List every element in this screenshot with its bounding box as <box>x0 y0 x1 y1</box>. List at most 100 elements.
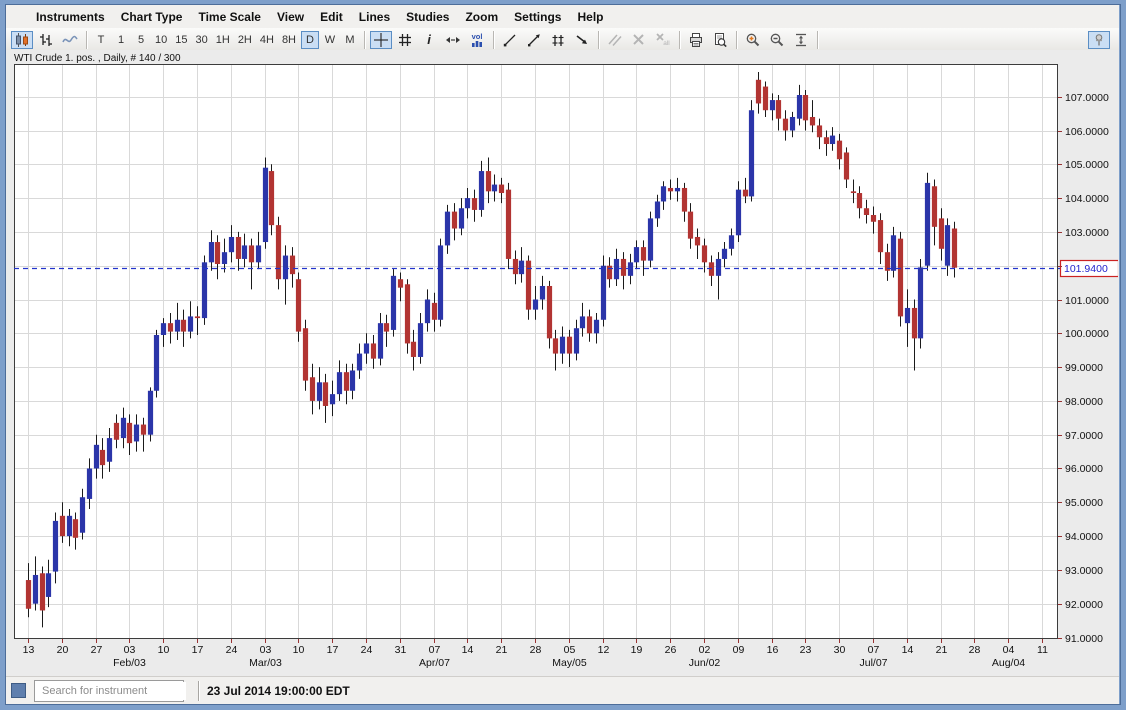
x-axis-month-label: Aug/04 <box>992 657 1025 669</box>
timescale-label: T <box>97 33 105 46</box>
y-axis-label: 92.0000 <box>1065 599 1103 611</box>
menu-item-lines[interactable]: Lines <box>351 8 398 26</box>
timescale-5-button[interactable]: 5 <box>132 31 150 49</box>
candle <box>924 172 931 271</box>
timescale-30-button[interactable]: 30 <box>193 31 211 49</box>
x-axis-label: 11 <box>1037 644 1048 656</box>
menu-item-view[interactable]: View <box>269 8 312 26</box>
candlestick-chart-button[interactable] <box>11 30 33 49</box>
x-axis-label: 24 <box>226 644 238 656</box>
crosshair-button[interactable] <box>370 30 392 49</box>
x-axis-label: 10 <box>158 644 170 656</box>
timescale-label: 1H <box>215 33 230 46</box>
candle <box>295 272 302 342</box>
toolbar: T 1 5 10 15 30 1H 2H 4H 8H D W Mi vol all <box>6 28 1119 52</box>
ray-button[interactable] <box>523 31 545 49</box>
y-axis-label: 99.0000 <box>1065 362 1103 374</box>
x-axis-label: 14 <box>902 644 914 656</box>
toolbar-separator <box>364 30 365 49</box>
timescale-t-button[interactable]: T <box>92 31 110 49</box>
pin-icon <box>1095 34 1103 46</box>
timescale-w-button[interactable]: W <box>321 31 339 49</box>
line-chart-icon <box>62 35 78 42</box>
candle <box>437 238 444 327</box>
candle <box>600 255 607 327</box>
chart-panel: WTI Crude 1. pos. , Daily, # 140 / 300 1… <box>6 50 1119 676</box>
timescale-m-button[interactable]: M <box>341 31 359 49</box>
ray-icon <box>528 33 540 46</box>
last-price-label: 101.9400 <box>1064 263 1108 275</box>
arrow-button[interactable] <box>571 31 593 49</box>
timescale-1-button[interactable]: 1 <box>112 31 130 49</box>
timescale-label: D <box>306 33 314 46</box>
x-axis-label: 13 <box>23 644 35 656</box>
zoom-in-button[interactable] <box>742 31 764 49</box>
candle <box>390 269 397 337</box>
y-axis-label: 104.0000 <box>1065 193 1109 205</box>
toolbar-separator <box>598 30 599 49</box>
timescale-1h-button[interactable]: 1H <box>213 31 233 49</box>
parallel-lines-button[interactable] <box>604 31 626 49</box>
trendline-icon <box>503 34 516 46</box>
x-axis-label: 27 <box>91 644 103 656</box>
zoom-out-button[interactable] <box>766 31 788 49</box>
y-axis-label: 98.0000 <box>1065 396 1103 408</box>
menu-item-help[interactable]: Help <box>569 8 611 26</box>
timescale-label: M <box>345 33 355 46</box>
trendline-button[interactable] <box>499 31 521 49</box>
info-button[interactable]: i <box>418 31 440 49</box>
delete-icon <box>633 33 644 45</box>
y-axis-label: 94.0000 <box>1065 531 1103 543</box>
menu-item-zoom[interactable]: Zoom <box>457 8 506 26</box>
volume-button[interactable]: vol <box>466 31 488 49</box>
x-axis-label: 07 <box>868 644 880 656</box>
svg-text:vol: vol <box>472 32 483 41</box>
toolbar-separator <box>736 30 737 49</box>
line-chart-button[interactable] <box>59 31 81 49</box>
menu-item-settings[interactable]: Settings <box>506 8 569 26</box>
menu-item-time-scale[interactable]: Time Scale <box>190 8 268 26</box>
candle <box>268 164 275 236</box>
y-axis-label: 101.0000 <box>1065 295 1109 307</box>
statusbar-separator <box>198 680 199 701</box>
channel-button[interactable] <box>547 31 569 49</box>
candle <box>505 182 512 270</box>
arrow-icon <box>576 34 587 44</box>
ohlc-bars-button[interactable] <box>35 31 57 49</box>
pin-toolbar-button[interactable] <box>1088 31 1110 49</box>
timescale-d-button[interactable]: D <box>301 30 319 49</box>
y-axis-label: 106.0000 <box>1065 126 1109 138</box>
print-button[interactable] <box>685 31 707 49</box>
timescale-label: 8H <box>281 33 296 46</box>
info-icon: i <box>427 32 431 47</box>
x-axis-label: 21 <box>496 644 508 656</box>
grid-button[interactable] <box>394 31 416 49</box>
candle <box>917 258 924 349</box>
timescale-8h-button[interactable]: 8H <box>279 31 299 49</box>
candle <box>647 211 654 268</box>
delete-all-button[interactable]: all <box>652 31 674 49</box>
x-axis-label: 04 <box>1003 644 1015 656</box>
candle <box>404 279 411 354</box>
last-update-timestamp: 23 Jul 2014 19:00:00 EDT <box>207 683 350 698</box>
x-axis-month-label: Apr/07 <box>419 657 450 669</box>
search-input[interactable] <box>40 681 186 700</box>
timescale-4h-button[interactable]: 4H <box>257 31 277 49</box>
x-axis-label: 28 <box>969 644 981 656</box>
print-preview-button[interactable] <box>709 31 731 49</box>
timescale-2h-button[interactable]: 2H <box>235 31 255 49</box>
delete-button[interactable] <box>628 31 650 49</box>
x-axis-month-label: May/05 <box>552 657 587 669</box>
fit-vertical-button[interactable] <box>790 31 812 49</box>
parallel-lines-icon <box>608 34 622 46</box>
chart-canvas[interactable]: 101.9400 91.0000 92.0000 93.0000 94.0000 95.0… <box>8 50 1118 676</box>
timescale-15-button[interactable]: 15 <box>172 31 190 49</box>
menu-item-chart-type[interactable]: Chart Type <box>113 8 191 26</box>
expand-horizontal-button[interactable] <box>442 31 464 49</box>
svg-text:i: i <box>427 32 431 47</box>
menu-item-studies[interactable]: Studies <box>398 8 457 26</box>
menu-item-edit[interactable]: Edit <box>312 8 351 26</box>
menu-item-instruments[interactable]: Instruments <box>28 8 113 26</box>
timescale-10-button[interactable]: 10 <box>152 31 170 49</box>
toolbar-separator <box>86 30 87 49</box>
